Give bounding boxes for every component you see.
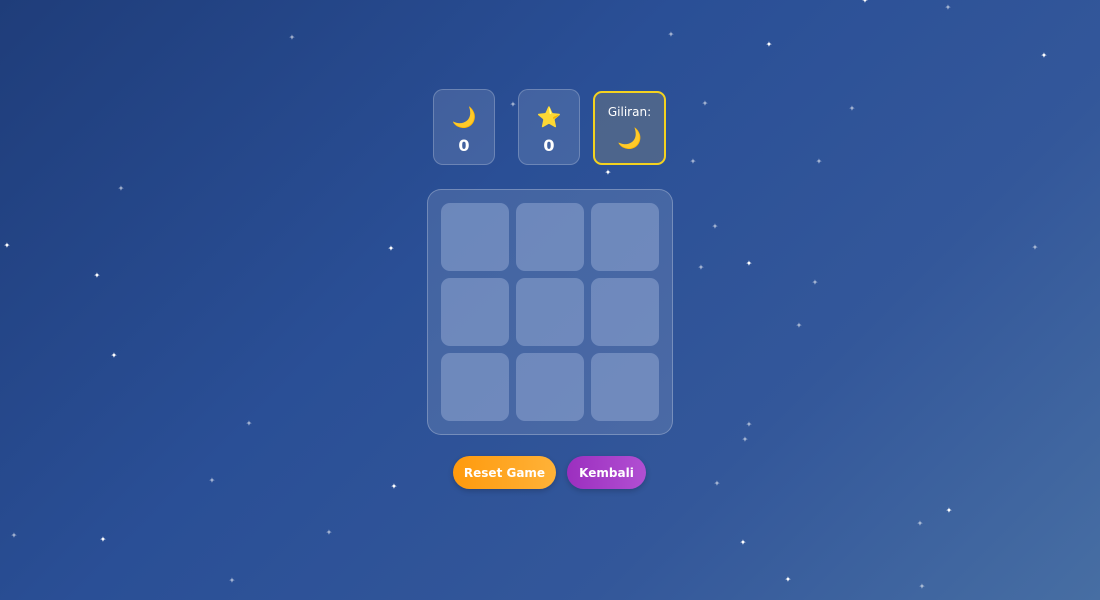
board-cell-6[interactable]	[591, 278, 659, 346]
moon-score-value: 0	[458, 136, 470, 155]
background-star-3: ✦	[765, 40, 773, 49]
background-star-16: ✦	[711, 222, 719, 231]
background-star-35: ✦	[739, 538, 747, 547]
background-star-2: ✦	[667, 30, 675, 39]
board-cell-7[interactable]	[441, 353, 509, 421]
background-star-33: ✦	[10, 531, 18, 540]
star-score-value: 0	[543, 136, 555, 155]
background-star-27: ✦	[208, 476, 216, 485]
background-star-5: ✦	[944, 3, 952, 12]
background-star-30: ✦	[945, 506, 953, 515]
background-star-29: ✦	[713, 479, 721, 488]
background-star-14: ✦	[3, 241, 11, 250]
background-star-25: ✦	[745, 420, 753, 429]
background-star-17: ✦	[93, 271, 101, 280]
background-star-26: ✦	[741, 435, 749, 444]
turn-indicator: Giliran: 🌙	[593, 91, 666, 165]
background-star-8: ✦	[701, 99, 709, 108]
star-icon: ⭐	[536, 105, 562, 129]
crescent-moon-icon: 🌙	[451, 105, 477, 129]
background-star-9: ✦	[848, 104, 856, 113]
background-star-15: ✦	[387, 244, 395, 253]
board-cell-5[interactable]	[516, 278, 584, 346]
board-cell-3[interactable]	[591, 203, 659, 271]
board-cell-2[interactable]	[516, 203, 584, 271]
background-star-18: ✦	[745, 259, 753, 268]
score-card-star: ⭐ 0	[518, 89, 580, 165]
background-star-22: ✦	[110, 351, 118, 360]
background-star-23: ✦	[795, 321, 803, 330]
board-cell-4[interactable]	[441, 278, 509, 346]
reset-game-button[interactable]: Reset Game	[453, 456, 556, 489]
background-star-7: ✦	[509, 100, 517, 109]
crescent-moon-icon: 🌙	[617, 126, 642, 150]
background-star-12: ✦	[689, 157, 697, 166]
background-star-21: ✦	[1031, 243, 1039, 252]
background-star-11: ✦	[604, 168, 612, 177]
background-star-34: ✦	[99, 535, 107, 544]
background-star-36: ✦	[228, 576, 236, 585]
background-star-13: ✦	[815, 157, 823, 166]
background-star-19: ✦	[697, 263, 705, 272]
background-star-4: ✦	[861, 0, 869, 5]
background-star-6: ✦	[1040, 51, 1048, 60]
background-star-20: ✦	[811, 278, 819, 287]
score-card-moon: 🌙 0	[433, 89, 495, 165]
background-star-38: ✦	[918, 582, 926, 591]
game-board	[427, 189, 673, 435]
background-star-28: ✦	[390, 482, 398, 491]
board-cell-1[interactable]	[441, 203, 509, 271]
turn-label: Giliran:	[607, 105, 652, 119]
background-star-32: ✦	[325, 528, 333, 537]
board-cell-8[interactable]	[516, 353, 584, 421]
board-cell-9[interactable]	[591, 353, 659, 421]
background-star-37: ✦	[784, 575, 792, 584]
background-star-1: ✦	[288, 33, 296, 42]
back-button[interactable]: Kembali	[567, 456, 646, 489]
background-star-31: ✦	[916, 519, 924, 528]
background-star-24: ✦	[245, 419, 253, 428]
background-star-10: ✦	[117, 184, 125, 193]
